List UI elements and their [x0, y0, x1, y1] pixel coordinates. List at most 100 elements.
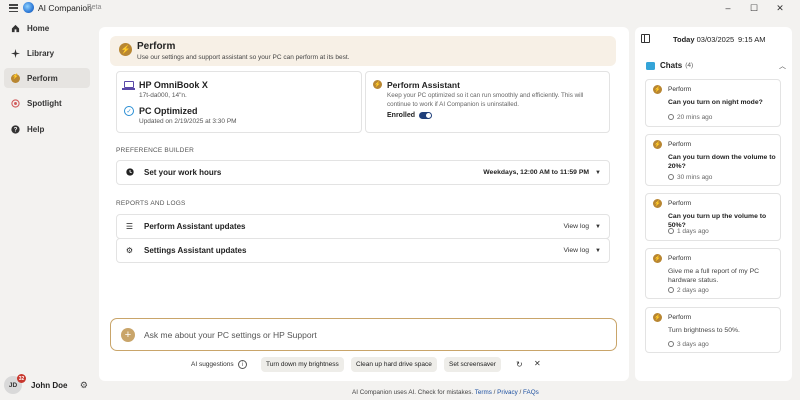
- sidebar-toggle-icon[interactable]: [641, 34, 650, 43]
- minimize-button[interactable]: –: [719, 1, 737, 15]
- current-time: 9:15 AM: [738, 35, 766, 44]
- sidebar-item-help[interactable]: ? Help: [4, 119, 90, 139]
- close-icon[interactable]: ✕: [534, 359, 541, 368]
- suggestion-chip[interactable]: Clean up hard drive space: [351, 357, 437, 372]
- chat-source: Perform: [668, 314, 692, 321]
- title-bar: AI Companion Beta – ☐ ✕: [0, 0, 800, 16]
- info-icon[interactable]: i: [238, 360, 247, 369]
- suggestion-chip[interactable]: Set screensaver: [444, 357, 501, 372]
- chat-time-text: 1 days ago: [677, 228, 709, 235]
- settings-icon: ⚙: [125, 246, 134, 255]
- chat-time-text: 3 days ago: [677, 341, 709, 348]
- maximize-button[interactable]: ☐: [745, 1, 763, 15]
- terms-link[interactable]: Terms: [475, 389, 492, 396]
- chat-time: 20 mins ago: [668, 114, 712, 121]
- assistant-title: Perform Assistant: [387, 80, 460, 90]
- list-icon: ☰: [125, 222, 134, 231]
- settings-updates-row[interactable]: ⚙ Settings Assistant updates View log ▼: [116, 238, 610, 263]
- avatar-initials: JD: [8, 381, 18, 389]
- device-name: HP OmniBook X: [139, 80, 208, 90]
- page-title: Perform: [137, 41, 176, 52]
- chats-header[interactable]: Chats (4) ︿: [646, 61, 786, 70]
- chat-item[interactable]: ⚡ Perform Turn brightness to 50%. 3 days…: [645, 307, 781, 353]
- beta-label: Beta: [87, 4, 102, 11]
- enrolled-toggle[interactable]: [419, 112, 432, 119]
- sidebar-item-library[interactable]: Library: [4, 43, 90, 63]
- sidebar-item-label: Spotlight: [27, 98, 62, 108]
- ask-placeholder: Ask me about your PC settings or HP Supp…: [144, 329, 317, 340]
- optimized-status: PC Optimized: [139, 106, 198, 116]
- user-name: John Doe: [31, 380, 68, 390]
- sidebar-item-perform[interactable]: ⚡ Perform: [4, 68, 90, 88]
- clock-icon: [668, 341, 674, 347]
- chat-question: Can you turn down the volume to 20%?: [668, 154, 776, 170]
- view-log-link[interactable]: View log: [563, 223, 589, 230]
- perform-banner: ⚡ Perform Use our settings and support a…: [110, 36, 616, 66]
- chat-time: 3 days ago: [668, 341, 709, 348]
- suggestion-chip[interactable]: Turn down my brightness: [261, 357, 344, 372]
- reports-heading: REPORTS AND LOGS: [116, 200, 186, 207]
- chevron-up-icon[interactable]: ︿: [779, 61, 786, 71]
- work-hours-row[interactable]: Set your work hours Weekdays, 12:00 AM t…: [116, 160, 610, 185]
- chat-time-text: 30 mins ago: [677, 174, 713, 181]
- chevron-down-icon[interactable]: ▼: [595, 170, 601, 176]
- today-date: 03/03/2025: [696, 35, 735, 44]
- today-word: Today: [673, 35, 695, 44]
- privacy-link[interactable]: Privacy: [497, 389, 518, 396]
- chat-time: 30 mins ago: [668, 174, 712, 181]
- chevron-down-icon[interactable]: ▼: [595, 224, 601, 230]
- last-updated: Updated on 2/19/2025 at 3:30 PM: [139, 118, 237, 125]
- chat-item[interactable]: ⚡ Perform Can you turn on night mode? 20…: [645, 79, 781, 127]
- chat-item[interactable]: ⚡ Perform Can you turn up the volume to …: [645, 193, 781, 241]
- chat-time: 2 days ago: [668, 287, 709, 294]
- bolt-icon: ⚡: [653, 254, 662, 263]
- device-model: 17t-da000, 14"n.: [139, 92, 187, 99]
- enrolled-label: Enrolled: [387, 112, 416, 119]
- chat-question: Give me a full report of my PC hardware …: [668, 268, 760, 284]
- app-title: AI Companion: [38, 3, 92, 13]
- help-icon: ?: [11, 124, 20, 134]
- plus-icon[interactable]: +: [121, 327, 135, 342]
- perform-updates-row[interactable]: ☰ Perform Assistant updates View log ▼: [116, 214, 610, 239]
- sparkle-icon: [11, 48, 20, 58]
- bolt-icon: ⚡: [653, 199, 662, 208]
- ai-suggestions-label: AI suggestions: [191, 361, 234, 368]
- sidebar-item-spotlight[interactable]: Spotlight: [4, 93, 90, 113]
- bolt-icon: ⚡: [653, 313, 662, 322]
- chevron-down-icon[interactable]: ▼: [595, 248, 601, 254]
- sidebar-item-label: Home: [27, 23, 50, 33]
- preference-builder-heading: PREFERENCE BUILDER: [116, 147, 195, 154]
- check-circle-icon: ✓: [124, 106, 134, 116]
- page-subtitle: Use our settings and support assistant s…: [137, 54, 350, 61]
- chat-item[interactable]: ⚡ Perform Give me a full report of my PC…: [645, 248, 781, 299]
- disclaimer-text: AI Companion uses AI. Check for mistakes…: [352, 389, 474, 396]
- main-panel: ⚡ Perform Use our settings and support a…: [99, 27, 629, 381]
- chat-item[interactable]: ⚡ Perform Can you turn down the volume t…: [645, 134, 781, 186]
- assistant-description: Keep your PC optimized so it can run smo…: [387, 92, 584, 108]
- chat-bubble-icon: [646, 61, 655, 70]
- view-log-link[interactable]: View log: [563, 247, 589, 254]
- faqs-link[interactable]: FAQs: [523, 389, 539, 396]
- today-label: Today 03/03/2025: [673, 35, 734, 44]
- perform-assistant-card: ⚡ Perform Assistant Keep your PC optimiz…: [365, 71, 610, 133]
- ask-input[interactable]: + Ask me about your PC settings or HP Su…: [110, 318, 617, 351]
- bolt-icon: ⚡: [119, 43, 132, 56]
- avatar[interactable]: JD 32: [4, 374, 26, 394]
- user-profile[interactable]: JD 32 John Doe ⚙: [4, 374, 90, 394]
- chat-question: Turn brightness to 50%.: [668, 327, 740, 334]
- sidebar: Home Library ⚡ Perform Spotlight ? Help …: [0, 16, 95, 400]
- spotlight-icon: [11, 98, 20, 108]
- bolt-icon: ⚡: [11, 73, 20, 83]
- chats-panel: Today 03/03/2025 9:15 AM Chats (4) ︿ ⚡ P…: [635, 27, 792, 381]
- refresh-icon[interactable]: ↻: [516, 360, 523, 369]
- clock-icon: [668, 114, 674, 120]
- chats-count: (4): [685, 62, 694, 69]
- sidebar-item-home[interactable]: Home: [4, 18, 90, 38]
- clock-icon: [125, 167, 134, 178]
- menu-icon[interactable]: [9, 4, 18, 12]
- chat-time: 1 days ago: [668, 228, 709, 235]
- chat-question: Can you turn on night mode?: [668, 99, 763, 106]
- work-hours-label: Set your work hours: [144, 168, 222, 177]
- gear-icon[interactable]: ⚙: [80, 380, 88, 391]
- close-button[interactable]: ✕: [771, 1, 789, 15]
